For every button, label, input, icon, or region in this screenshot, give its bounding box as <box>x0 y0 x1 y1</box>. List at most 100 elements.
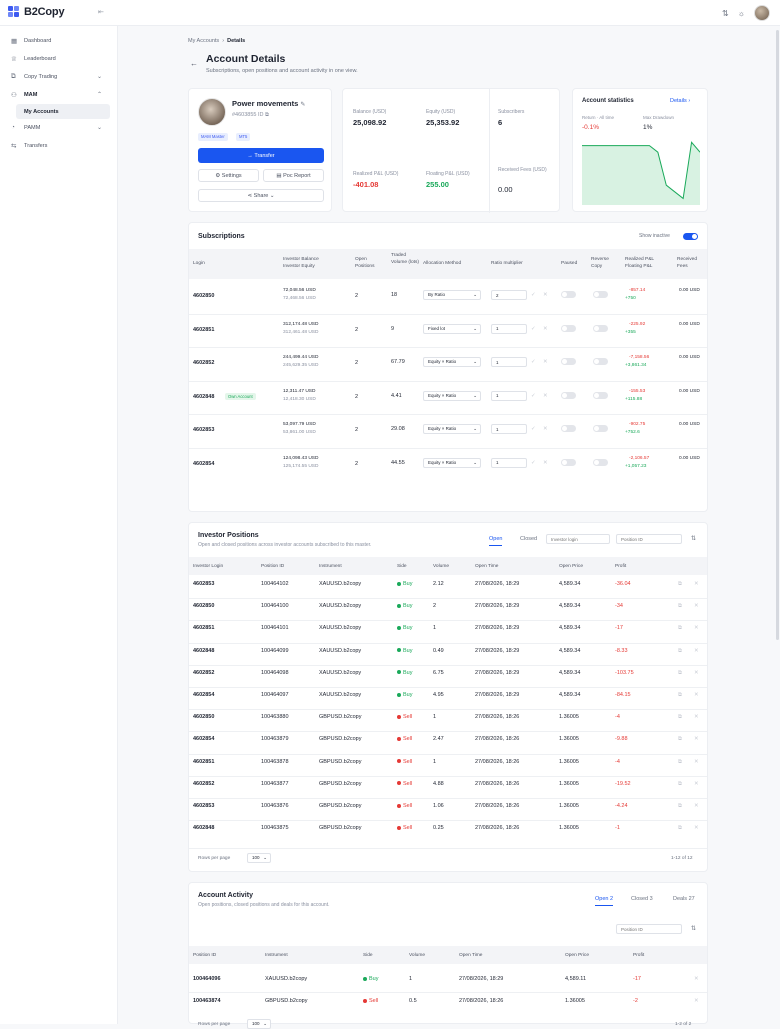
sidebar-item-copy-trading[interactable]: ⧉ Copy Trading ⌄ <box>0 69 118 84</box>
confirm-icon[interactable]: ✓ <box>531 292 536 298</box>
tab-closed-3[interactable]: Closed 3 <box>631 896 653 902</box>
col-investor-login[interactable]: Investor Login <box>193 563 223 570</box>
rows-per-page-select[interactable]: 100 ⌄ <box>247 1019 271 1029</box>
copy-icon[interactable]: ⧉ <box>678 714 682 721</box>
reverse-copy-toggle[interactable] <box>593 425 608 432</box>
theme-toggle-icon[interactable]: ☼ <box>738 9 745 18</box>
col-traded-volume[interactable]: Traded Volume (lots) <box>391 252 419 266</box>
col-login[interactable]: Login <box>193 260 205 267</box>
investor-login-input[interactable] <box>546 534 610 544</box>
cancel-icon[interactable]: ✕ <box>543 292 548 298</box>
cancel-icon[interactable]: ✕ <box>543 326 548 332</box>
copy-icon[interactable]: ⧉ <box>678 670 682 677</box>
paused-toggle[interactable] <box>561 391 576 399</box>
page-scrollbar[interactable] <box>776 30 779 640</box>
refresh-icon[interactable]: ⇅ <box>691 925 696 932</box>
share-button[interactable]: ⋖ Share ⌄ <box>198 189 324 202</box>
rows-per-page-select[interactable]: 100 ⌄ <box>247 853 271 863</box>
paused-toggle[interactable] <box>561 358 576 365</box>
refresh-icon[interactable]: ⇅ <box>691 535 696 542</box>
tab-closed[interactable]: Closed <box>520 536 537 542</box>
reverse-copy-toggle[interactable] <box>593 358 608 365</box>
copy-icon[interactable]: ⧉ <box>678 625 682 632</box>
copy-icon[interactable]: ⧉ <box>678 825 682 832</box>
copy-icon[interactable]: ⧉ <box>678 781 682 788</box>
col-open-time[interactable]: Open Time <box>475 563 498 570</box>
paused-toggle[interactable] <box>561 324 576 332</box>
paused-toggle[interactable] <box>561 458 576 466</box>
ratio-multiplier-input[interactable] <box>491 424 527 434</box>
col-instrument[interactable]: Instrument <box>319 563 342 570</box>
close-position-icon[interactable]: ✕ <box>694 581 699 587</box>
transfer-button[interactable]: → Transfer <box>198 148 324 163</box>
col-open-price[interactable]: Open Price <box>559 563 583 570</box>
col-open-price[interactable]: Open Price <box>565 952 589 959</box>
cancel-icon[interactable]: ✕ <box>543 359 548 365</box>
close-position-icon[interactable]: ✕ <box>694 759 699 765</box>
close-position-icon[interactable]: ✕ <box>694 692 699 698</box>
confirm-icon[interactable]: ✓ <box>531 393 536 399</box>
ratio-multiplier-input[interactable] <box>491 290 527 300</box>
col-ratio-multiplier[interactable]: Ratio multiplier <box>491 260 523 267</box>
reverse-copy-toggle[interactable] <box>593 391 608 399</box>
copy-icon[interactable]: ⧉ <box>678 648 682 655</box>
allocation-method-select[interactable]: Fixed lot ⌄ <box>423 323 481 334</box>
paused-toggle[interactable] <box>561 425 576 432</box>
col-position-id[interactable]: Position ID <box>193 952 216 959</box>
edit-icon[interactable]: ✎ <box>300 102 305 108</box>
col-profit[interactable]: Profit <box>633 952 644 959</box>
col-open-positions[interactable]: Open Positions <box>355 256 387 270</box>
activity-position-id-input[interactable] <box>616 924 682 934</box>
cancel-icon[interactable]: ✕ <box>543 393 548 399</box>
reverse-copy-toggle[interactable] <box>593 291 608 298</box>
ratio-multiplier-input[interactable] <box>491 457 527 468</box>
allocation-method-select[interactable]: Equity × Ratio ⌄ <box>423 424 481 434</box>
ratio-multiplier-input[interactable] <box>491 357 527 367</box>
paused-toggle[interactable] <box>561 291 576 298</box>
allocation-method-select[interactable]: By Ratio ⌄ <box>423 290 481 300</box>
close-position-icon[interactable]: ✕ <box>694 803 699 809</box>
sidebar-item-pamm[interactable]: ◔ PAMM ⌄ <box>0 120 118 135</box>
poc-report-button[interactable]: ▤ Poc Report <box>263 169 324 182</box>
col-allocation-method[interactable]: Allocation Method <box>423 260 461 267</box>
close-position-icon[interactable]: ✕ <box>694 976 699 982</box>
ratio-multiplier-input[interactable] <box>491 390 527 401</box>
brand[interactable]: B2Copy <box>8 6 65 18</box>
cancel-icon[interactable]: ✕ <box>543 460 548 466</box>
tab-deals-27[interactable]: Deals 27 <box>673 896 695 902</box>
close-position-icon[interactable]: ✕ <box>694 998 699 1004</box>
col-volume[interactable]: Volume <box>409 952 425 959</box>
sidebar-item-transfers[interactable]: ⇆ Transfers <box>0 138 118 153</box>
allocation-method-select[interactable]: Equity × Ratio ⌄ <box>423 357 481 367</box>
confirm-icon[interactable]: ✓ <box>531 359 536 365</box>
confirm-icon[interactable]: ✓ <box>531 460 536 466</box>
tab-open[interactable]: Open <box>489 536 503 546</box>
copy-icon[interactable]: ⧉ <box>678 803 682 810</box>
breadcrumb-parent[interactable]: My Accounts <box>188 38 219 44</box>
copy-icon[interactable]: ⧉ <box>678 603 682 610</box>
allocation-method-select[interactable]: Equity × Ratio ⌄ <box>423 390 481 401</box>
confirm-icon[interactable]: ✓ <box>531 326 536 332</box>
copy-icon[interactable]: ⧉ <box>678 759 682 766</box>
collapse-sidebar-icon[interactable]: ⇤ <box>98 8 104 16</box>
close-position-icon[interactable]: ✕ <box>694 603 699 609</box>
col-realized-pl[interactable]: Realized P&L Floating P&L <box>625 256 669 270</box>
settings-button[interactable]: ⚙ Settings <box>198 169 259 182</box>
sidebar-item-mam[interactable]: ⚇ MAM ⌃ <box>0 87 118 102</box>
ratio-multiplier-input[interactable] <box>491 323 527 334</box>
allocation-method-select[interactable]: Equity × Ratio ⌄ <box>423 457 481 468</box>
close-position-icon[interactable]: ✕ <box>694 736 699 742</box>
col-side[interactable]: Side <box>397 563 407 570</box>
col-reverse-copy[interactable]: Reverse Copy <box>591 256 619 270</box>
position-id-input[interactable] <box>616 534 682 544</box>
reverse-copy-toggle[interactable] <box>593 324 608 332</box>
tab-open-2[interactable]: Open 2 <box>595 896 614 906</box>
close-position-icon[interactable]: ✕ <box>694 670 699 676</box>
copy-icon[interactable]: ⧉ <box>678 581 682 588</box>
sidebar-item-leaderboard[interactable]: ♕ Leaderboard <box>0 51 118 66</box>
details-link[interactable]: Details › <box>670 98 690 104</box>
copy-icon[interactable]: ⧉ <box>678 692 682 699</box>
show-inactive-toggle[interactable] <box>683 233 698 240</box>
cancel-icon[interactable]: ✕ <box>543 426 548 432</box>
col-position-id[interactable]: Position ID <box>261 563 284 570</box>
